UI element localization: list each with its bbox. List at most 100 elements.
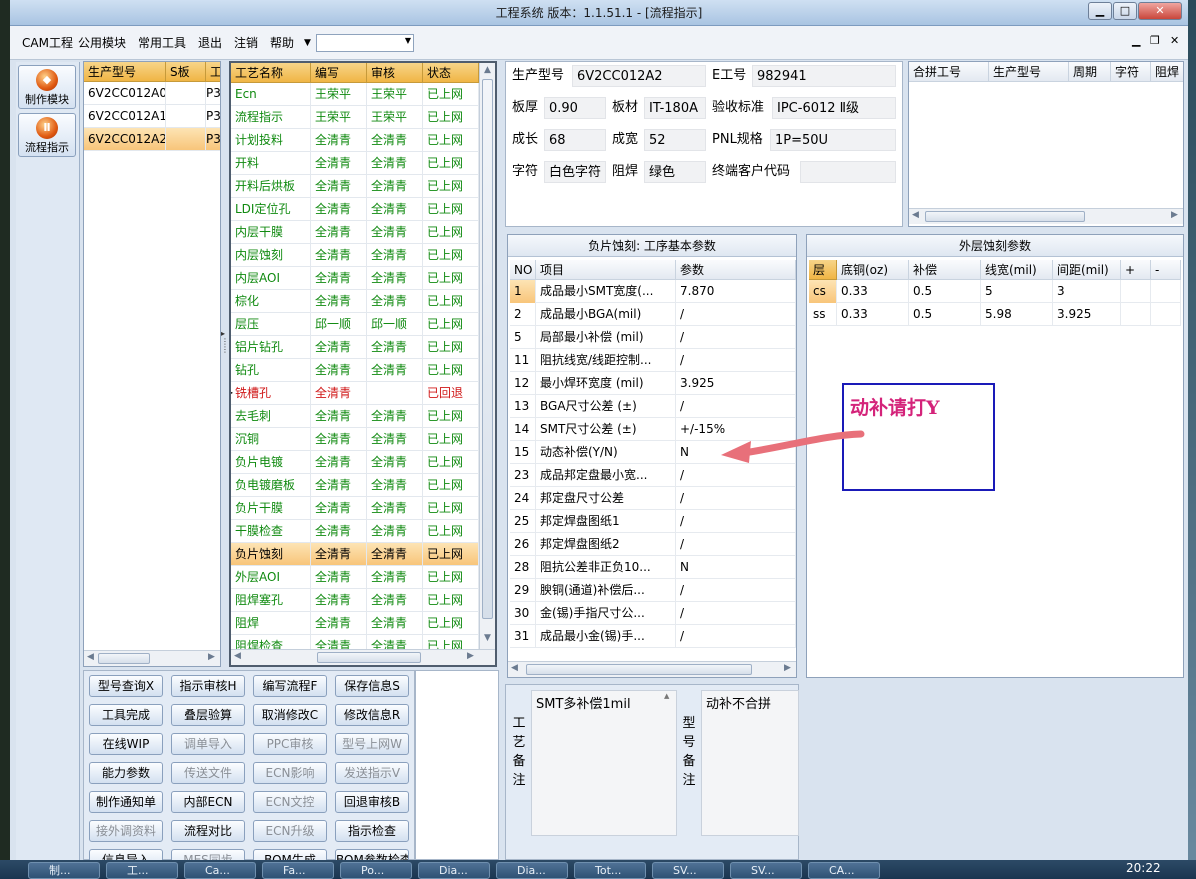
action-button[interactable]: 在线WIP (89, 733, 163, 755)
table-row[interactable]: 28 阻抗公差非正负10... N (510, 556, 796, 579)
table-row[interactable]: 干膜检查 全清青 全清青 已上网 (231, 520, 479, 543)
process-vscroll[interactable]: ▲ ▼ (479, 63, 495, 649)
taskbar-item[interactable]: SV... (652, 862, 724, 879)
taskbar-item[interactable]: Fa... (262, 862, 334, 879)
col-header-status[interactable]: 状态 (423, 63, 479, 83)
taskbar-item[interactable]: Po... (340, 862, 412, 879)
col-header-review[interactable]: 审核 (367, 63, 423, 83)
taskbar-item[interactable]: 工... (106, 862, 178, 879)
table-row[interactable]: 1 成品最小SMT宽度(... 7.870 (510, 280, 796, 303)
table-row[interactable]: 2 成品最小BGA(mil) / (510, 303, 796, 326)
menu-common-modules[interactable]: 公用模块 (76, 26, 128, 60)
process-hscroll[interactable]: ◀ ▶ (231, 649, 495, 665)
splitter-grip[interactable]: ▸ ⋮ ⋮ (221, 330, 229, 370)
field-char[interactable]: 白色字符 (544, 161, 606, 183)
taskbar-item[interactable]: Ca... (184, 862, 256, 879)
table-row[interactable]: 开料后烘板 全清青 全清青 已上网 (231, 175, 479, 198)
scroll-thumb[interactable] (98, 653, 150, 664)
col-header-work[interactable]: 工 (206, 62, 220, 82)
table-row[interactable]: 31 成品最小金(锡)手... / (510, 625, 796, 648)
col-header-author[interactable]: 编写 (311, 63, 367, 83)
table-row[interactable]: 外层AOI 全清青 全清青 已上网 (231, 566, 479, 589)
table-row[interactable]: 铝片钻孔 全清青 全清青 已上网 (231, 336, 479, 359)
scroll-left-icon[interactable]: ◀ (511, 663, 518, 673)
table-row[interactable]: 24 邦定盘尺寸公差 / (510, 487, 796, 510)
menu-help[interactable]: 帮助 (268, 26, 296, 60)
field-width[interactable]: 52 (644, 129, 706, 151)
action-button[interactable]: 指示审核H (171, 675, 245, 697)
table-row[interactable]: 计划投料 全清青 全清青 已上网 (231, 129, 479, 152)
action-button[interactable]: 修改信息R (335, 704, 409, 726)
col-header-model[interactable]: 生产型号 (84, 62, 166, 82)
scroll-down-icon[interactable]: ▼ (484, 633, 491, 643)
field-customer[interactable] (800, 161, 896, 183)
col-header-process-name[interactable]: 工艺名称 (231, 63, 311, 83)
table-row[interactable]: 12 最小焊环宽度 (mil) 3.925 (510, 372, 796, 395)
scroll-left-icon[interactable]: ◀ (87, 652, 94, 662)
table-row[interactable]: 棕化 全清青 全清青 已上网 (231, 290, 479, 313)
scroll-up-icon[interactable]: ▲ (664, 692, 669, 700)
field-material[interactable]: IT-180A (644, 97, 706, 119)
col-header-merge-cycle[interactable]: 周期 (1069, 62, 1111, 82)
close-button[interactable]: ✕ (1138, 2, 1182, 20)
table-row[interactable]: 负片蚀刻 全清青 全清青 已上网 (231, 543, 479, 566)
table-row[interactable]: 负片干膜 全清青 全清青 已上网 (231, 497, 479, 520)
table-row[interactable]: 6V2CC012A2 P3 (84, 128, 220, 151)
mdi-close-icon[interactable]: ✕ (1170, 34, 1179, 47)
col-header-base-copper[interactable]: 底铜(oz) (837, 260, 909, 280)
table-row[interactable]: 30 金(锡)手指尺寸公... / (510, 602, 796, 625)
table-row[interactable]: 层压 邱一顺 邱一顺 已上网 (231, 313, 479, 336)
merge-hscroll[interactable]: ◀ ▶ (909, 208, 1183, 224)
field-pnl[interactable]: 1P=50U (770, 129, 896, 151)
scroll-left-icon[interactable]: ◀ (234, 651, 241, 661)
col-header-spacing[interactable]: 间距(mil) (1053, 260, 1121, 280)
table-row[interactable]: 负电镀磨板 全清青 全清青 已上网 (231, 474, 479, 497)
table-row[interactable]: 26 邦定焊盘图纸2/ (510, 533, 796, 556)
taskbar-item[interactable]: 制... (28, 862, 100, 879)
table-row[interactable]: 6V2CC012A0 P3 (84, 82, 220, 105)
scroll-thumb[interactable] (317, 652, 421, 663)
action-button[interactable]: 叠层验算 (171, 704, 245, 726)
table-row[interactable]: 25 邦定焊盘图纸1/ (510, 510, 796, 533)
table-row[interactable]: LDI定位孔 全清青 全清青 已上网 (231, 198, 479, 221)
menu-exit[interactable]: 退出 (196, 26, 224, 60)
action-button[interactable]: 内部ECN (171, 791, 245, 813)
table-row[interactable]: 内层蚀刻 全清青 全清青 已上网 (231, 244, 479, 267)
field-prod-model[interactable]: 6V2CC012A2 (572, 65, 706, 87)
col-header-item[interactable]: 项目 (536, 260, 676, 280)
table-row[interactable]: 29 腴铜(通道)补偿后... / (510, 579, 796, 602)
col-header-merge-mask[interactable]: 阻焊 (1151, 62, 1183, 82)
col-header-merge-model[interactable]: 生产型号 (989, 62, 1069, 82)
table-row[interactable]: 13 BGA尺寸公差 (±) / (510, 395, 796, 418)
table-row[interactable]: 铣槽孔 全清青 已回退 (231, 382, 479, 405)
menu-overflow-icon[interactable]: ▼ (302, 26, 313, 60)
mdi-restore-icon[interactable]: ❐ (1150, 34, 1160, 47)
field-standard[interactable]: IPC-6012 Ⅱ级 (772, 97, 896, 119)
scroll-left-icon[interactable]: ◀ (912, 210, 919, 220)
table-row[interactable]: Ecn 王荣平 王荣平 已上网 (231, 83, 479, 106)
table-row[interactable]: 阻焊塞孔 全清青 全清青 已上网 (231, 589, 479, 612)
action-button[interactable]: 指示检查 (335, 820, 409, 842)
model-hscroll[interactable]: ◀ ▶ (84, 650, 220, 666)
scroll-right-icon[interactable]: ▶ (784, 663, 791, 673)
table-row[interactable]: 负片电镀 全清青 全清青 已上网 (231, 451, 479, 474)
field-length[interactable]: 68 (544, 129, 606, 151)
menu-logout[interactable]: 注销 (232, 26, 260, 60)
scroll-right-icon[interactable]: ▶ (208, 652, 215, 662)
minimize-button[interactable]: ▁ (1088, 2, 1112, 20)
taskbar-item[interactable]: SV... (730, 862, 802, 879)
action-button[interactable]: 工具完成 (89, 704, 163, 726)
col-header-line-width[interactable]: 线宽(mil) (981, 260, 1053, 280)
scroll-up-icon[interactable]: ▲ (484, 65, 491, 75)
col-header-layer[interactable]: 层 (809, 260, 837, 280)
table-row[interactable]: 开料 全清青 全清青 已上网 (231, 152, 479, 175)
scroll-thumb[interactable] (482, 79, 493, 619)
mdi-minimize-icon[interactable]: ▁ (1132, 34, 1140, 47)
action-button[interactable]: 型号查询X (89, 675, 163, 697)
table-row[interactable]: 6V2CC012A1 P3 (84, 105, 220, 128)
table-row[interactable]: 沉铜 全清青 全清青 已上网 (231, 428, 479, 451)
action-button[interactable]: 回退审核B (335, 791, 409, 813)
field-engineer[interactable]: 982941 (752, 65, 896, 87)
field-thickness[interactable]: 0.90 (544, 97, 606, 119)
model-memo-field[interactable]: 动补不合拼 (701, 690, 799, 836)
